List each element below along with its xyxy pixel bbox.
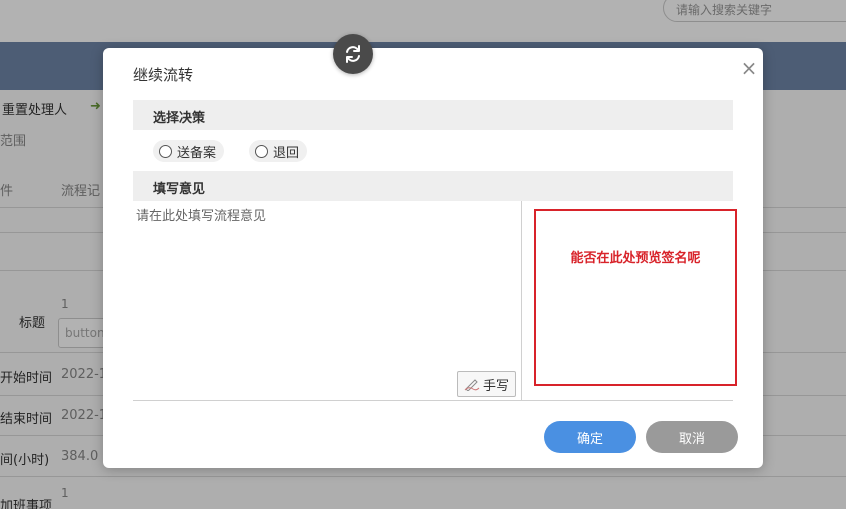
close-icon[interactable]: × (739, 58, 759, 78)
divider (521, 201, 522, 400)
option-label: 退回 (273, 145, 300, 161)
option-send-record[interactable]: 送备案 (153, 140, 225, 162)
handwrite-label: 手写 (483, 378, 510, 394)
signature-preview: 能否在此处预览签名呢 (534, 209, 737, 386)
handwrite-button[interactable]: 手写 (457, 371, 517, 397)
refresh-icon[interactable] (333, 34, 373, 74)
opinion-placeholder: 请在此处填写流程意见 (136, 209, 267, 224)
confirm-button[interactable]: 确定 (544, 421, 636, 453)
opinion-section-header: 填写意见 (133, 171, 733, 201)
option-return[interactable]: 退回 (249, 140, 308, 162)
dialog-title: 继续流转 (133, 66, 194, 84)
pen-icon (464, 379, 480, 391)
decision-section-header: 选择决策 (133, 100, 733, 130)
radio-icon (255, 144, 268, 158)
option-label: 送备案 (177, 145, 217, 161)
cancel-button[interactable]: 取消 (646, 421, 738, 453)
refresh-icon-graphic (346, 45, 360, 63)
continue-flow-dialog: 继续流转 × 选择决策 送备案 退回 填写意见 请在此处填写流程意见 手写 能否… (103, 48, 763, 468)
divider (133, 400, 733, 401)
signature-hint: 能否在此处预览签名呢 (570, 251, 701, 266)
radio-icon (159, 144, 172, 158)
